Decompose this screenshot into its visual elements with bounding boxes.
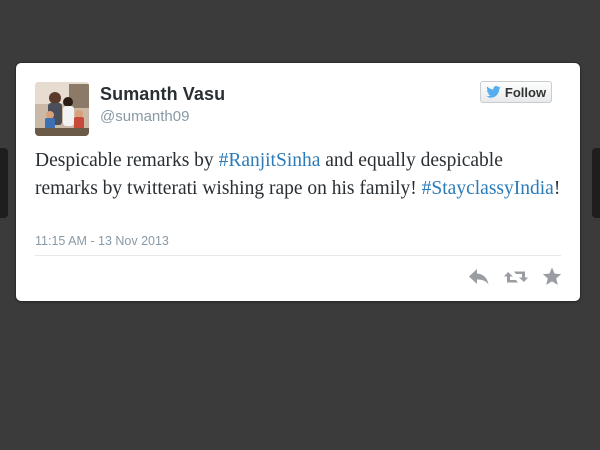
tweet-timestamp[interactable]: 11:15 AM - 13 Nov 2013: [35, 234, 169, 248]
tweet-card: Sumanth Vasu @sumanth09 Follow Despicabl…: [16, 63, 580, 301]
follow-button[interactable]: Follow: [480, 81, 552, 103]
follow-button-label: Follow: [504, 84, 547, 100]
avatar[interactable]: [35, 82, 89, 136]
hashtag-link[interactable]: #RanjitSinha: [219, 150, 321, 171]
star-icon[interactable]: [542, 267, 562, 286]
hashtag-link[interactable]: #StayclassyIndia: [422, 178, 554, 199]
tweet-text-segment: Despicable remarks by: [35, 150, 219, 171]
page-background: Sumanth Vasu @sumanth09 Follow Despicabl…: [0, 0, 600, 450]
tweet-text: Despicable remarks by #RanjitSinha and e…: [35, 147, 565, 203]
tweet-text-segment: !: [553, 178, 561, 199]
right-edge-tab: [592, 148, 600, 218]
left-edge-tab: [0, 148, 8, 218]
tweet-actions: [468, 267, 562, 286]
display-name[interactable]: Sumanth Vasu: [100, 84, 225, 105]
divider: [35, 255, 561, 256]
user-handle[interactable]: @sumanth09: [100, 108, 189, 125]
retweet-icon[interactable]: [504, 268, 528, 286]
reply-icon[interactable]: [468, 268, 490, 286]
twitter-bird-icon: [486, 86, 501, 98]
avatar-photo: [35, 82, 89, 136]
